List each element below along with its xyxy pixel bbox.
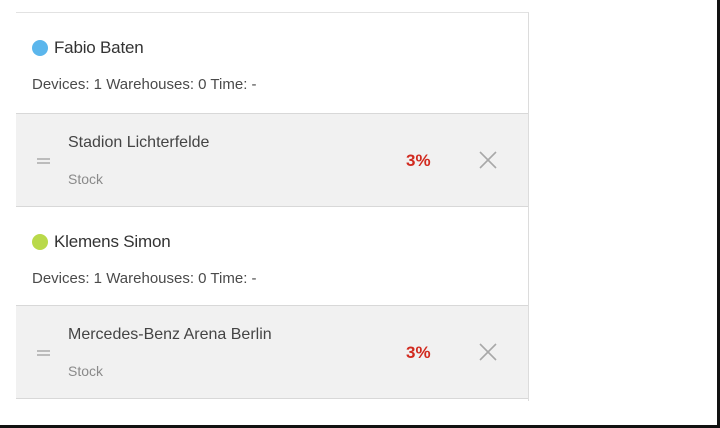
window-frame: Fabio Baten Devices: 1 Warehouses: 0 Tim… <box>0 0 720 428</box>
user-block-fabio-baten[interactable]: Fabio Baten Devices: 1 Warehouses: 0 Tim… <box>16 13 528 113</box>
close-icon <box>479 151 497 169</box>
remove-item-button[interactable] <box>475 147 501 173</box>
item-title: Stadion Lichterfelde <box>68 134 210 151</box>
user-name: Fabio Baten <box>54 38 144 57</box>
user-stats: Devices: 1 Warehouses: 0 Time: - <box>32 270 257 287</box>
drag-handle-icon[interactable] <box>37 350 50 356</box>
item-percent: 3% <box>406 151 431 170</box>
user-block-klemens-simon[interactable]: Klemens Simon Devices: 1 Warehouses: 0 T… <box>16 207 528 305</box>
item-subtitle: Stock <box>68 363 104 379</box>
item-row-stadion-lichterfelde[interactable]: Stadion Lichterfelde Stock 3% <box>16 113 528 207</box>
user-status-dot-icon <box>32 40 48 56</box>
assignment-panel: Fabio Baten Devices: 1 Warehouses: 0 Tim… <box>16 12 529 401</box>
close-icon <box>479 343 497 361</box>
item-row-mercedes-benz-arena-berlin[interactable]: Mercedes-Benz Arena Berlin Stock 3% <box>16 305 528 399</box>
item-subtitle: Stock <box>68 171 104 187</box>
user-name-row: Fabio Baten <box>32 37 144 59</box>
user-status-dot-icon <box>32 234 48 250</box>
remove-item-button[interactable] <box>475 339 501 365</box>
item-title: Mercedes-Benz Arena Berlin <box>68 326 272 343</box>
item-percent: 3% <box>406 343 431 362</box>
drag-handle-icon[interactable] <box>37 158 50 164</box>
user-name-row: Klemens Simon <box>32 231 171 253</box>
user-stats: Devices: 1 Warehouses: 0 Time: - <box>32 76 257 93</box>
user-name: Klemens Simon <box>54 232 171 251</box>
